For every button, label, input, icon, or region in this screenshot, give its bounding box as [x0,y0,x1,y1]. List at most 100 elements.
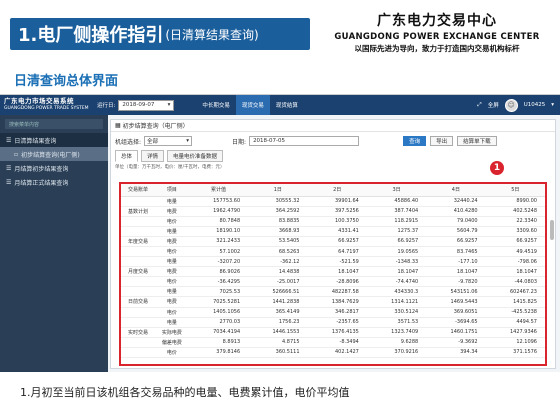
sidebar-item-monthly-formal[interactable]: ☰ 月结算正式结果查询 [0,175,108,189]
sidebar-item-monthly-preliminary[interactable]: ☰ 月结算初步结果查询 [0,161,108,175]
user-name[interactable]: U10425 [524,102,546,108]
table-cell: 410.4280 [426,206,486,217]
row-category [121,347,155,359]
sidebar: 搜索菜单内容 ☰ 日清算结果查询 ▫ 初步结算查询(电厂侧) ☰ 月结算初步结果… [0,115,108,373]
table-cell: 64.7197 [307,246,367,258]
table-cell: -9.7820 [426,276,486,288]
table-cell: 80.7848 [188,216,249,227]
table-cell: 4.8715 [248,337,308,348]
table-cell: 32440.24 [426,196,486,207]
annotation-badge: 1 [490,161,504,175]
table-cell: 30555.32 [248,196,308,207]
table-cell: 66.9257 [366,236,427,247]
table-header-cell: 1日 [248,184,308,197]
app-topbar: 广东电力市场交易系统 GUANGDONG POWER TRADE SYSTEM … [0,95,560,115]
table-cell: -28.8096 [307,276,367,288]
table-cell: -177.10 [426,256,486,268]
scrollbar[interactable] [550,220,554,240]
export-button[interactable]: 导出 [430,136,454,146]
tab-price-data[interactable]: 电量电价准备数据 [167,150,224,162]
date-input[interactable]: 2018-07-05 [249,136,360,146]
row-item: 电费 [154,296,189,308]
query-button[interactable]: 查询 [403,136,427,146]
tab-bar: 总体 详情 电量电价准备数据 [111,150,555,162]
chevron-down-icon: ▾ [186,138,190,144]
org-name-cn: 广东电力交易中心 [377,13,497,29]
nav-item-spot-settlement[interactable]: 现货结算 [270,95,304,115]
table-cell: 4494.57 [485,317,545,328]
table-cell: 18.1047 [307,266,367,278]
table-cell: 53.5405 [248,236,308,247]
table-cell: 602467.23 [485,286,545,298]
row-item: 电量 [154,226,189,237]
table-cell: 370.9216 [366,347,427,359]
sidebar-item-daily-settlement[interactable]: ☰ 日清算结果查询 [0,133,108,147]
table-cell: 365.4149 [248,307,308,318]
table-cell: -44.0803 [485,276,545,288]
table-cell: 526666.51 [248,286,308,298]
table-cell: -3694.65 [426,317,486,328]
table-cell: -36.4295 [188,276,249,288]
table-cell: -25.0017 [248,276,308,288]
nav-item-mid-long[interactable]: 中长期交易 [196,95,236,115]
row-category [121,256,155,268]
table-cell: 3668.93 [248,226,308,237]
table-cell: 346.2817 [307,307,367,318]
fullscreen-label[interactable]: 全屏 [488,101,499,109]
table-cell: 2770.03 [188,317,249,328]
slide-title-box: 1.电厂侧操作指引 (日清算结果查询) [10,18,310,50]
row-item: 电价 [154,347,189,359]
table-cell: 1376.4135 [307,327,367,338]
sidebar-item-label: 月结算正式结果查询 [14,179,69,187]
row-item: 电费 [154,266,189,278]
table-cell: 68.5263 [248,246,308,258]
doc-icon: ▫ [14,150,19,158]
tab-details[interactable]: 详情 [141,150,165,162]
table-cell: 1323.7409 [366,327,427,338]
table-cell: 118.2915 [366,216,427,227]
settlement-table: 交易账单 项目 累计值 1日 2日 3日 4日 5日 电量 157753.60 30555.32 3… [121,184,545,359]
org-logo-block: 广东电力交易中心 GUANGDONG POWER EXCHANGE CENTER… [322,10,552,54]
list-icon: ☰ [6,178,12,186]
table-cell: 1405.1056 [188,307,249,318]
table-row: 月度交易 电费 86.9026 14.4838 18.1047 18.1047 18.104… [121,266,545,278]
table-cell: 5604.79 [426,226,486,237]
fullscreen-icon[interactable]: ⤢ [477,102,481,109]
table-cell: -362.12 [248,256,308,268]
sidebar-item-plant-preliminary[interactable]: ▫ 初步结算查询(电厂侧) [0,147,108,161]
table-row: 实时交易 实际电费 7034.4194 1446.1553 1376.4135 1323.… [121,327,545,338]
table-cell: 379.8146 [188,347,249,359]
nav-item-spot-trade[interactable]: 现货交易 [235,95,270,115]
table-cell: -74.4740 [366,276,427,288]
run-day-picker[interactable]: 2018-09-07 ▾ [118,99,175,111]
unit-select[interactable]: 全部 ▾ [144,136,193,146]
table-cell: 7034.4194 [188,327,249,338]
table-cell: 157753.60 [188,196,249,207]
sidebar-search-input[interactable]: 搜索菜单内容 [5,119,103,129]
row-item: 电量 [154,286,189,298]
table-cell: 79.0400 [426,216,486,227]
app-screenshot: 广东电力市场交易系统 GUANGDONG POWER TRADE SYSTEM … [0,94,560,373]
table-row: 电价 -36.4295 -25.0017 -28.8096 -74.4740 -9.782… [121,276,545,288]
row-item: 电费 [154,206,189,217]
run-day-label: 运行日: [97,103,116,109]
row-category [121,216,155,227]
table-cell: 14.4838 [248,266,308,278]
sidebar-item-label: 月结算初步结果查询 [14,165,69,173]
table-row: 电价 379.8146 360.5111 402.1427 370.9216 394.34… [121,347,545,359]
run-day: 运行日: 2018-09-07 ▾ [97,99,175,111]
row-category [121,317,155,328]
table-header-cell: 4日 [426,184,486,197]
table-cell: 86.9026 [188,266,249,278]
table-cell: 402.1427 [307,347,367,359]
table-row: 电量 157753.60 30555.32 39901.64 45886.40 32440… [121,196,545,207]
row-category: 月度交易 [121,266,155,278]
table-header-cell: 2日 [307,184,367,197]
table-row: 偏差电费 8.8913 4.8715 -8.3494 9.6288 -9.3692 12.1… [121,337,545,348]
chevron-down-icon: ▾ [551,102,554,108]
tab-overall[interactable]: 总体 [115,150,139,162]
avatar[interactable]: ☺ [504,98,518,112]
table-cell: 83.7465 [426,246,486,258]
table-row: 电量 18190.10 3668.93 4331.41 1275.37 5604.79 33… [121,226,545,237]
download-statement-button[interactable]: 结算单下载 [457,136,497,146]
